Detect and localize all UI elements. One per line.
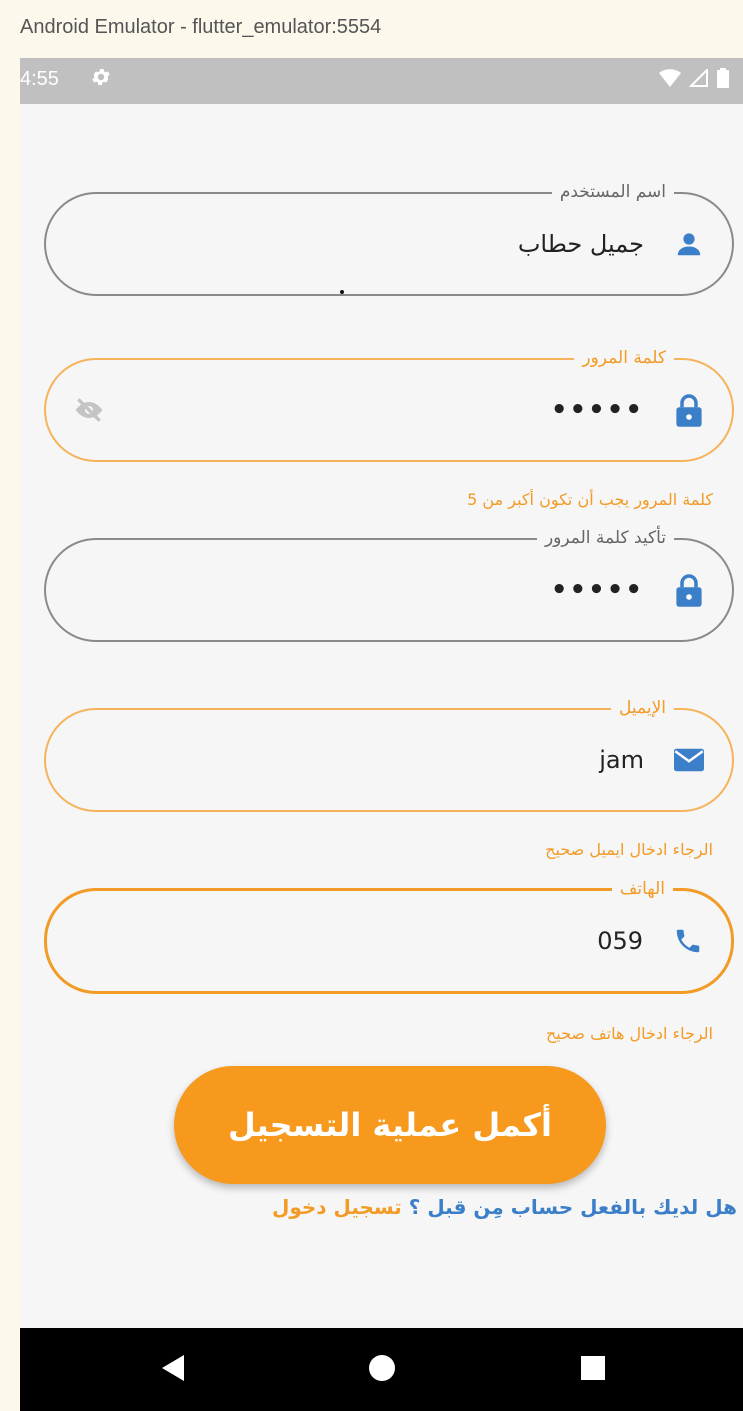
home-icon[interactable] bbox=[368, 1354, 396, 1386]
password-error: كلمة المرور يجب أن تكون أكبر من 5 bbox=[467, 490, 713, 509]
login-link[interactable]: تسجيل دخول bbox=[272, 1195, 402, 1219]
email-value: jam bbox=[599, 746, 644, 774]
username-value: جميل حطاب bbox=[517, 230, 644, 258]
email-error: الرجاء ادخال ايميل صحيح bbox=[545, 840, 713, 859]
lock-icon bbox=[672, 573, 706, 607]
password-label: كلمة المرور bbox=[574, 347, 674, 369]
status-time: 4:55 bbox=[20, 68, 59, 90]
submit-button[interactable]: أكمل عملية التسجيل bbox=[174, 1066, 606, 1184]
navigation-bar bbox=[20, 1328, 743, 1411]
back-icon[interactable] bbox=[160, 1353, 186, 1387]
login-question: هل لديك بالفعل حساب مِن قبل ؟ bbox=[408, 1195, 737, 1219]
status-bar: 4:55 bbox=[20, 58, 743, 104]
phone-label: الهاتف bbox=[611, 878, 673, 900]
phone-value: 059 bbox=[597, 927, 643, 955]
wifi-icon bbox=[659, 69, 681, 91]
mail-icon bbox=[672, 743, 706, 777]
recents-icon[interactable] bbox=[580, 1355, 606, 1385]
status-icons bbox=[659, 67, 729, 92]
battery-icon bbox=[717, 68, 729, 92]
phone-error: الرجاء ادخال هاتف صحيح bbox=[545, 1024, 713, 1043]
password-value: ••••• bbox=[550, 395, 644, 425]
phone-screen: 4:55 اسم المستخدم جميل حطاب كلمة المرور bbox=[20, 58, 743, 1411]
eye-off-icon[interactable] bbox=[70, 391, 108, 429]
username-label: اسم المستخدم bbox=[551, 181, 674, 203]
gear-icon bbox=[90, 66, 112, 94]
phone-icon bbox=[671, 924, 705, 958]
email-label: الإيميل bbox=[611, 697, 674, 719]
confirm-password-label: تأكيد كلمة المرور bbox=[536, 527, 674, 549]
lock-icon bbox=[672, 393, 706, 427]
signal-icon bbox=[688, 67, 709, 91]
person-icon bbox=[672, 227, 706, 261]
confirm-password-value: ••••• bbox=[550, 575, 644, 605]
email-field[interactable]: الإيميل jam bbox=[44, 697, 734, 812]
window-title: Android Emulator - flutter_emulator:5554 bbox=[20, 16, 382, 38]
text-cursor bbox=[340, 290, 344, 294]
confirm-password-field[interactable]: تأكيد كلمة المرور ••••• bbox=[44, 527, 734, 642]
username-field[interactable]: اسم المستخدم جميل حطاب bbox=[44, 181, 734, 296]
phone-field[interactable]: الهاتف 059 bbox=[44, 878, 734, 994]
password-field[interactable]: كلمة المرور ••••• bbox=[44, 347, 734, 462]
login-prompt: هل لديك بالفعل حساب مِن قبل ؟ تسجيل دخول bbox=[272, 1195, 737, 1219]
